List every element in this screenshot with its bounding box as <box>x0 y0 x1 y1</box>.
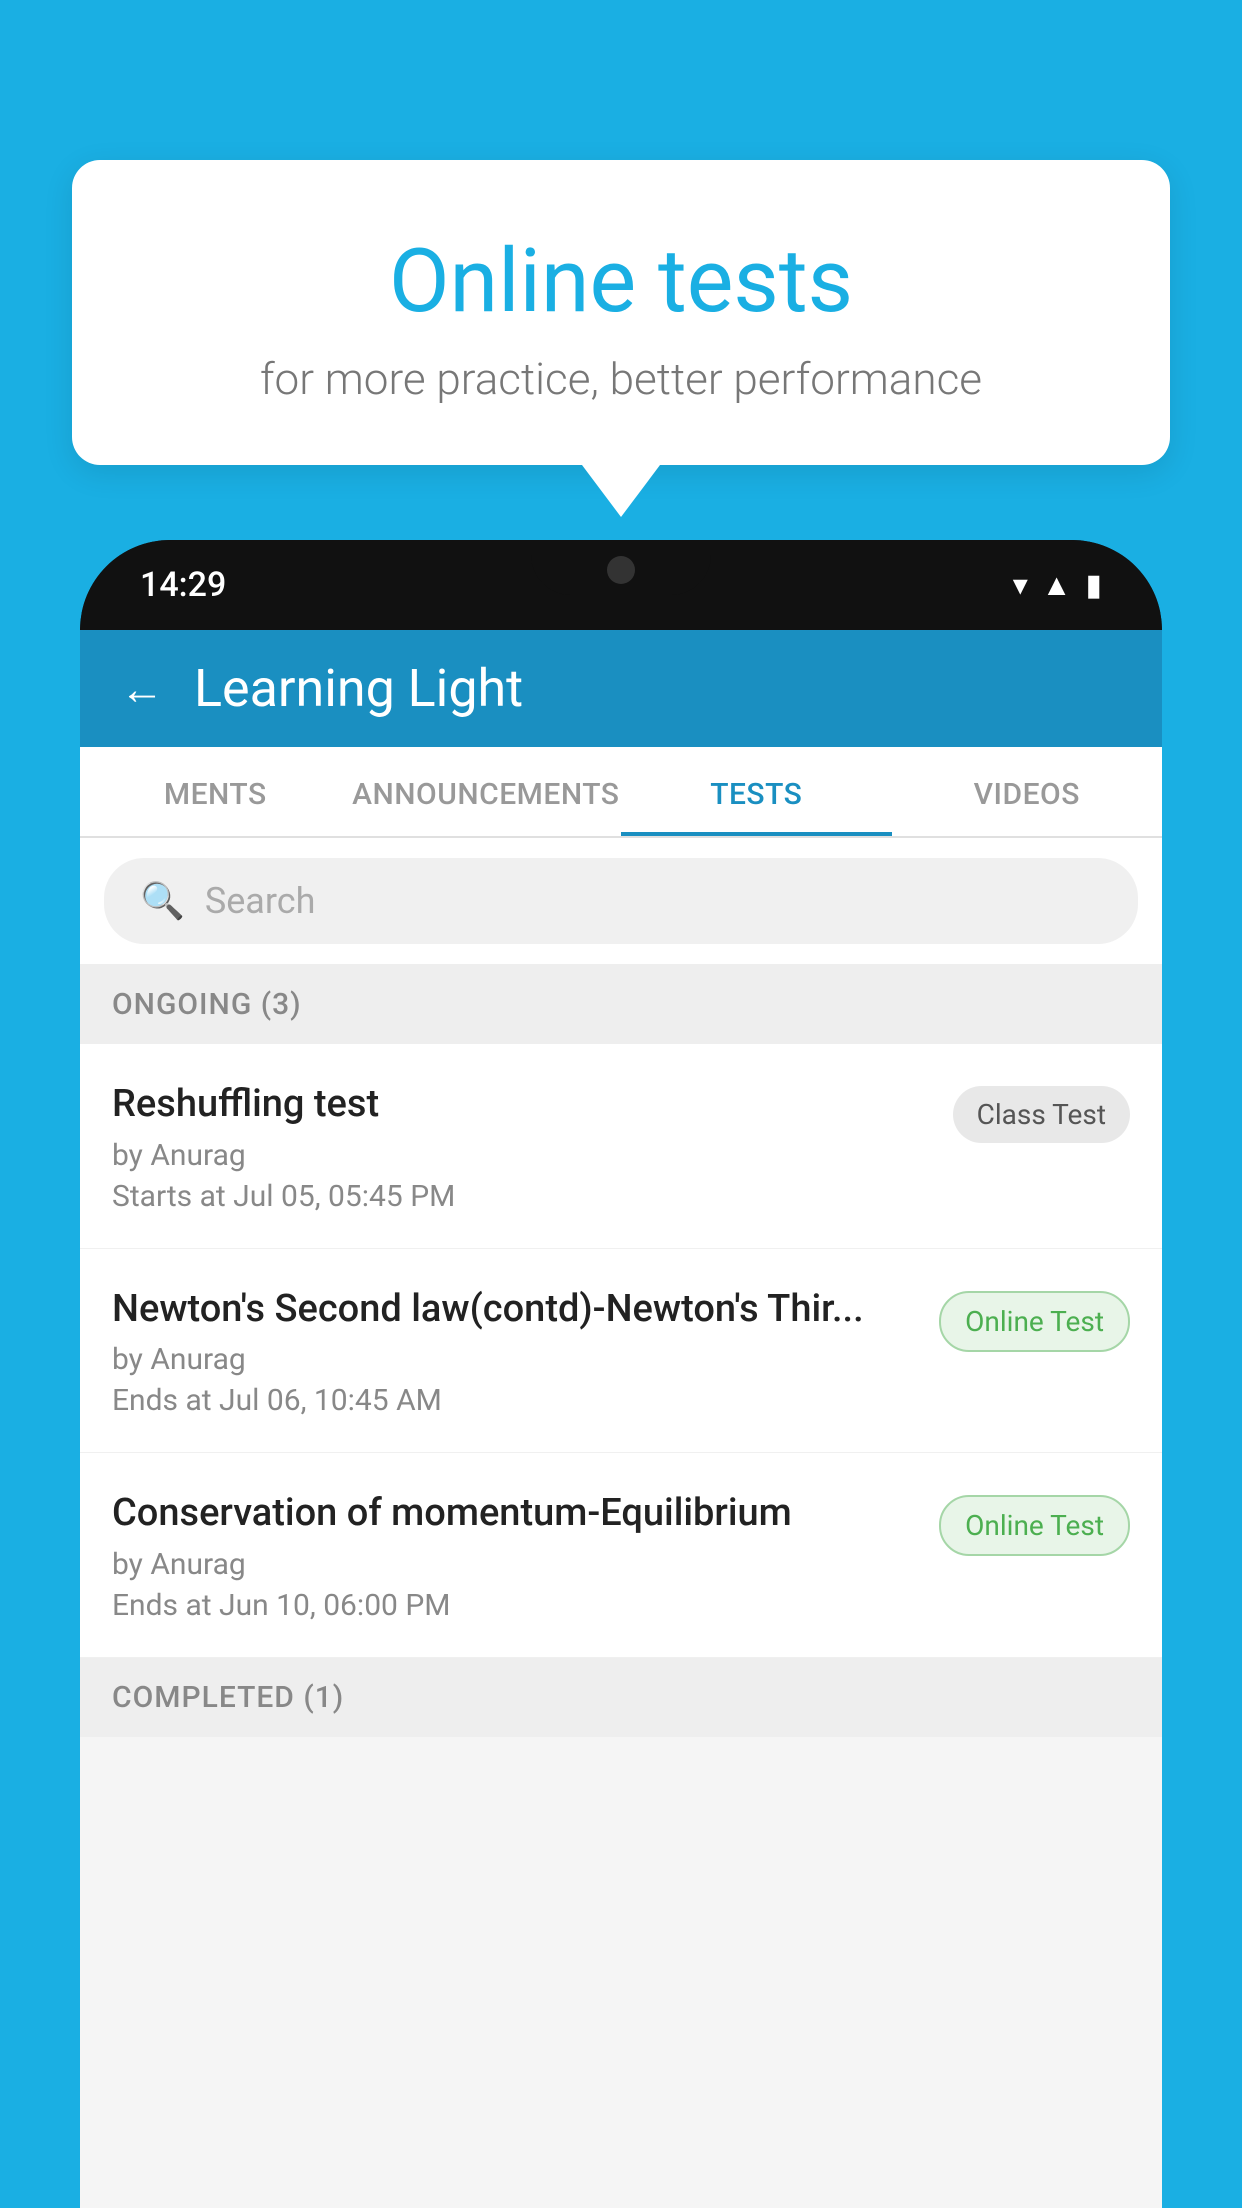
battery-icon: ▮ <box>1085 568 1102 603</box>
test-badge-3: Online Test <box>939 1495 1130 1556</box>
test-name-3: Conservation of momentum-Equilibrium <box>112 1491 919 1537</box>
test-item-1[interactable]: Reshuffling test by Anurag Starts at Jul… <box>80 1044 1162 1249</box>
test-item-2[interactable]: Newton's Second law(contd)-Newton's Thir… <box>80 1249 1162 1454</box>
speech-bubble: Online tests for more practice, better p… <box>72 160 1170 465</box>
phone-frame: 14:29 ▾ ▲ ▮ ← Learning Light MENTS ANNOU… <box>80 540 1162 2208</box>
test-name-1: Reshuffling test <box>112 1082 933 1128</box>
signal-icon: ▲ <box>1042 568 1072 603</box>
back-button[interactable]: ← <box>120 663 164 715</box>
speech-bubble-title: Online tests <box>132 230 1110 333</box>
phone-screen: ← Learning Light MENTS ANNOUNCEMENTS TES… <box>80 630 1162 2208</box>
app-header: ← Learning Light <box>80 630 1162 747</box>
speech-bubble-subtitle: for more practice, better performance <box>132 353 1110 405</box>
test-by-2: by Anurag <box>112 1342 919 1377</box>
test-by-1: by Anurag <box>112 1138 933 1173</box>
ongoing-section-header: ONGOING (3) <box>80 965 1162 1044</box>
search-container: 🔍 Search <box>80 838 1162 965</box>
tab-videos[interactable]: VIDEOS <box>892 747 1163 836</box>
ongoing-title: ONGOING (3) <box>112 987 302 1022</box>
test-info-3: Conservation of momentum-Equilibrium by … <box>112 1491 939 1623</box>
tab-bar: MENTS ANNOUNCEMENTS TESTS VIDEOS <box>80 747 1162 838</box>
status-time: 14:29 <box>140 565 226 605</box>
completed-section-header: COMPLETED (1) <box>80 1658 1162 1737</box>
tab-tests[interactable]: TESTS <box>621 747 892 836</box>
app-title: Learning Light <box>194 658 523 719</box>
test-by-3: by Anurag <box>112 1547 919 1582</box>
test-info-2: Newton's Second law(contd)-Newton's Thir… <box>112 1287 939 1419</box>
test-time-1: Starts at Jul 05, 05:45 PM <box>112 1179 933 1214</box>
status-icons: ▾ ▲ ▮ <box>1013 568 1102 603</box>
test-time-2: Ends at Jul 06, 10:45 AM <box>112 1383 919 1418</box>
test-badge-1: Class Test <box>953 1086 1130 1143</box>
test-time-3: Ends at Jun 10, 06:00 PM <box>112 1588 919 1623</box>
test-list: Reshuffling test by Anurag Starts at Jul… <box>80 1044 1162 1658</box>
status-bar: 14:29 ▾ ▲ ▮ <box>80 540 1162 630</box>
wifi-icon: ▾ <box>1013 568 1028 603</box>
phone-camera <box>607 556 635 584</box>
phone-notch <box>531 540 711 595</box>
search-icon: 🔍 <box>140 880 185 922</box>
completed-title: COMPLETED (1) <box>112 1680 344 1715</box>
test-name-2: Newton's Second law(contd)-Newton's Thir… <box>112 1287 919 1333</box>
search-placeholder: Search <box>205 880 316 922</box>
test-badge-2: Online Test <box>939 1291 1130 1352</box>
tab-announcements[interactable]: ANNOUNCEMENTS <box>351 747 622 836</box>
test-info-1: Reshuffling test by Anurag Starts at Jul… <box>112 1082 953 1214</box>
test-item-3[interactable]: Conservation of momentum-Equilibrium by … <box>80 1453 1162 1658</box>
tab-ments[interactable]: MENTS <box>80 747 351 836</box>
search-bar[interactable]: 🔍 Search <box>104 858 1138 944</box>
